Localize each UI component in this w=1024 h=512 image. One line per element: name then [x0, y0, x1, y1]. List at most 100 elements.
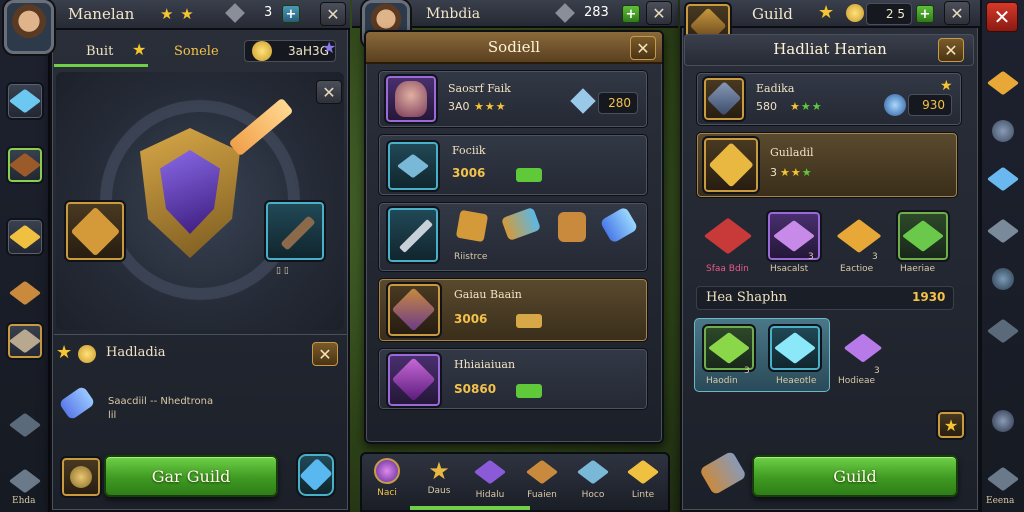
blue-crate-icon: [396, 153, 430, 179]
middle-title-close-button[interactable]: ✕: [630, 36, 656, 60]
left-item-slot-sword[interactable]: [264, 200, 326, 262]
nav-crate-icon: [576, 459, 610, 485]
nav-item-0[interactable]: Naci: [364, 456, 410, 506]
right-item-3[interactable]: [896, 210, 950, 262]
middle-row-3-icon-slot: [386, 282, 442, 338]
right-row-0-value: 930: [922, 98, 945, 112]
gold-hammer-icon: [708, 142, 754, 188]
right-rail-gold-icon: [986, 70, 1020, 96]
gar-guild-button[interactable]: Gar Guild: [104, 455, 278, 497]
right-title-short: Guild: [752, 5, 793, 23]
rail-stone-button[interactable]: [6, 322, 44, 360]
nav-gold-icon: [626, 459, 660, 485]
rail-chest-button[interactable]: [6, 146, 44, 184]
right-item-0[interactable]: [700, 210, 756, 262]
right-top-close-button[interactable]: ✕: [944, 1, 970, 25]
right-row-0-sub: 580: [756, 100, 777, 113]
left-player-avatar[interactable]: [4, 0, 54, 54]
right-title: Hadliat Harian: [773, 40, 887, 58]
slate-icon: [8, 412, 42, 438]
middle-top-close-button[interactable]: ✕: [646, 1, 672, 25]
right-row-0-name: Eadika: [756, 82, 795, 95]
rail-gold-button[interactable]: [6, 218, 44, 256]
left-close-button[interactable]: ✕: [320, 2, 346, 26]
left-section-close-button[interactable]: ✕: [312, 342, 338, 366]
left-player-name: Manelan: [68, 5, 135, 23]
right-rail-box-icon: [986, 218, 1020, 244]
middle-row-2-sword-slot: [386, 206, 440, 264]
nav-item-4[interactable]: Hoco: [570, 456, 616, 506]
right-item-2-label: Eactioe: [840, 264, 874, 274]
right-rail-shield-button[interactable]: [984, 402, 1022, 440]
nav-label-3: Fuaien: [527, 490, 557, 500]
right-rail-gold-button[interactable]: [984, 64, 1022, 102]
left-item-slot-hammer[interactable]: [64, 200, 126, 262]
nav-item-2[interactable]: Hidalu: [466, 456, 514, 506]
right-rail-globe-button[interactable]: [984, 260, 1022, 298]
right-shop-item-1[interactable]: [768, 324, 822, 372]
right-rail-slate-button[interactable]: [984, 312, 1022, 350]
right-item-3-label: Haeriae: [900, 264, 936, 274]
showcase-close-button[interactable]: ✕: [316, 80, 342, 104]
left-bottom-emblem-button[interactable]: [60, 456, 102, 498]
guild-button[interactable]: Guild: [752, 455, 958, 497]
ornate-shield-icon: [391, 287, 437, 333]
nav-item-3[interactable]: Fuaien: [518, 456, 566, 506]
middle-row-3-value: 3006: [454, 312, 488, 326]
right-item-1-label: Hsacalst: [770, 264, 809, 274]
left-bottom-gem-button[interactable]: [296, 452, 336, 498]
right-item-0-label: Sfaa Bdin: [706, 264, 749, 274]
middle-row-0-sub: 3A0: [448, 100, 470, 113]
right-shop-item-1-label: Heaeotle: [776, 376, 817, 386]
right-badge-button[interactable]: ★: [936, 410, 966, 440]
red-chest-icon: [703, 217, 753, 255]
right-title-close-button[interactable]: ✕: [938, 38, 964, 62]
middle-row-0-counter: 280: [598, 92, 638, 114]
right-row-0-counter: 930: [908, 94, 952, 116]
right-rail-gear-button[interactable]: [984, 112, 1022, 150]
green-leaf-icon: [902, 220, 944, 252]
right-rail-box-button[interactable]: [984, 212, 1022, 250]
right-section-value: 1930: [912, 290, 946, 304]
tab-social[interactable]: Sonele: [174, 44, 219, 59]
right-rail-slate-icon: [986, 318, 1020, 344]
nav-item-5[interactable]: Linte: [620, 456, 666, 506]
rail-slate-button[interactable]: [6, 406, 44, 444]
badge-star-icon: ★: [943, 415, 959, 435]
right-rail-home-button[interactable]: [984, 460, 1022, 498]
home-icon: [8, 468, 42, 494]
right-row-1-sub: 3: [770, 166, 777, 179]
middle-add-button[interactable]: +: [622, 5, 640, 23]
middle-row-4-icon-slot: [386, 352, 442, 408]
left-item-subtext: lil: [108, 410, 117, 421]
nav-label-5: Linte: [631, 490, 655, 500]
right-shop-item-0[interactable]: [702, 324, 756, 372]
right-row-0-icon-slot: [702, 76, 746, 122]
tab-build[interactable]: Buit: [86, 44, 113, 59]
gold-hammer-item-icon: [836, 218, 882, 254]
rail-box-button[interactable]: [6, 274, 44, 312]
crystal-icon: [8, 88, 42, 114]
stone-icon: [8, 328, 42, 354]
middle-row-4-name: Hhiaiaiuan: [454, 358, 516, 371]
right-item-1-badge: 3: [808, 252, 814, 262]
nav-orb-icon: [374, 458, 400, 484]
right-rail-close-button[interactable]: ✕: [986, 2, 1018, 32]
middle-row-3-name: Gaiau Baain: [454, 288, 522, 301]
nav-label-0: Naci: [377, 488, 397, 498]
rail-crystal-button[interactable]: [6, 82, 44, 120]
chest-icon: [8, 152, 42, 178]
gear-icon: [992, 120, 1014, 142]
left-resource-value: 3: [264, 5, 273, 20]
right-shop-item-2[interactable]: [836, 324, 890, 372]
swirl-icon: [70, 466, 92, 488]
nav-item-1[interactable]: ★ Daus: [416, 456, 462, 506]
left-resource-add-button[interactable]: +: [282, 5, 300, 23]
right-rail-crystal-icon: [986, 166, 1020, 192]
right-rail-crystal-button[interactable]: [984, 160, 1022, 198]
right-add-button[interactable]: +: [916, 5, 934, 23]
left-section-divider: [54, 334, 348, 335]
right-item-2[interactable]: [832, 210, 886, 262]
rail-home-button[interactable]: [6, 462, 44, 500]
purple-shield-icon: [391, 357, 437, 403]
